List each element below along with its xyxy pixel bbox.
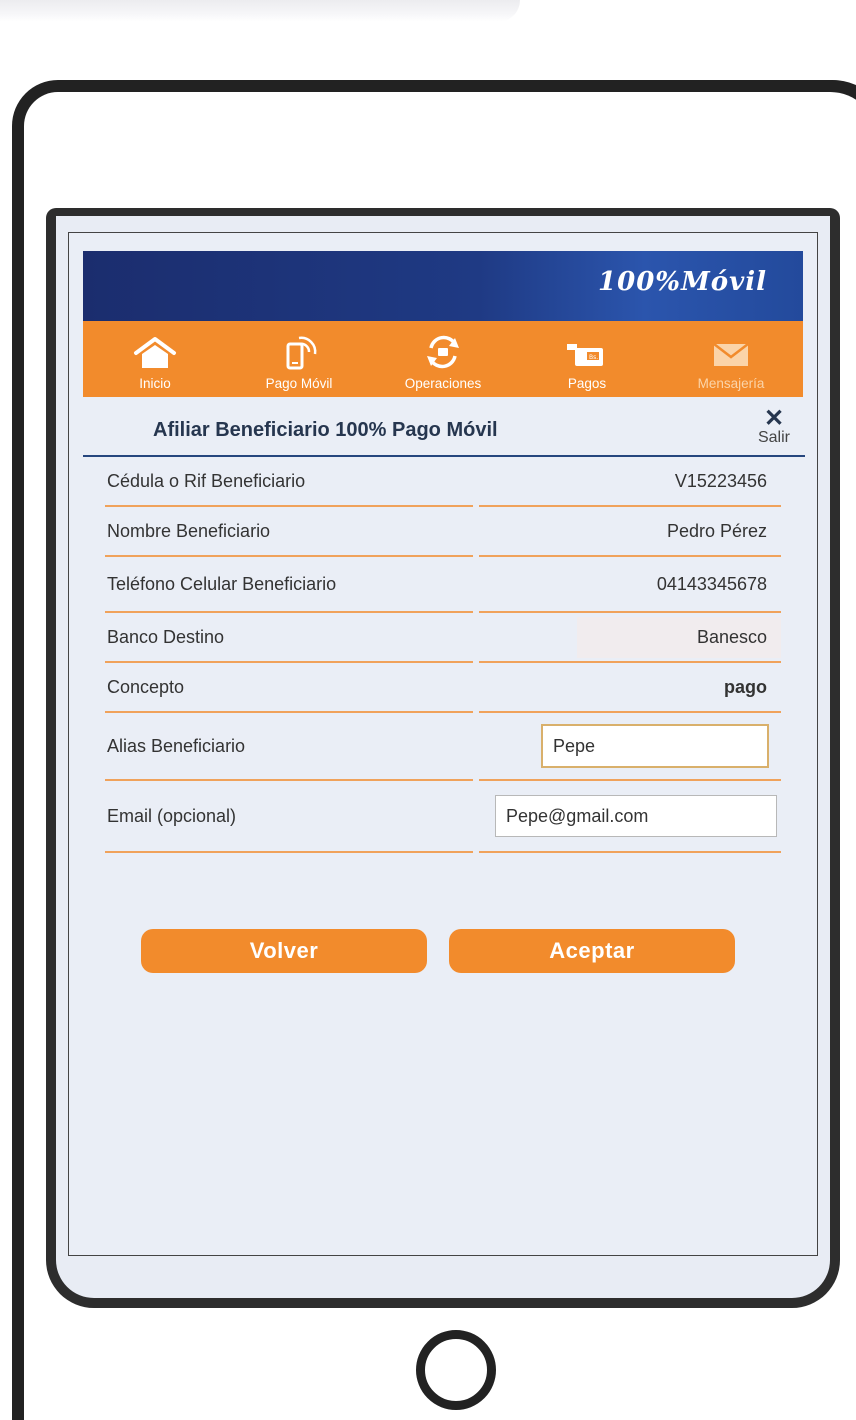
nav-item-pago-movil[interactable]: Pago Móvil: [227, 321, 371, 397]
row-label: Teléfono Celular Beneficiario: [107, 573, 337, 594]
mail-icon: [713, 343, 749, 366]
main-nav: Inicio Pago Móvil Operaciones Bs. Pagos …: [83, 321, 803, 397]
row-value: pago: [724, 676, 767, 697]
browser-top-shadow: [0, 0, 520, 22]
payments-icon: Bs.: [567, 344, 603, 366]
page-title-bar: Afiliar Beneficiario 100% Pago Móvil ✕ S…: [83, 397, 805, 457]
phone-home-button[interactable]: [416, 1330, 496, 1410]
row-value: V15223456: [674, 470, 767, 491]
form-row-concepto: Concepto pago: [105, 663, 781, 714]
exit-button[interactable]: ✕ Salir: [749, 405, 799, 447]
row-value: Banesco: [576, 616, 781, 658]
row-label: Nombre Beneficiario: [107, 520, 271, 541]
nav-item-inicio[interactable]: Inicio: [83, 321, 227, 397]
nav-label: Inicio: [139, 376, 171, 391]
operations-icon: [427, 335, 459, 369]
form-row-email: Email (opcional) Pepe@gmail.com: [105, 781, 781, 854]
row-label: Email (opcional): [107, 805, 237, 826]
app-logo: 100%Móvil: [598, 267, 767, 297]
form-row-alias: Alias Beneficiario Pepe: [105, 713, 781, 782]
form-row-telefono: Teléfono Celular Beneficiario 0414334567…: [105, 557, 781, 614]
mobile-payment-icon: [286, 336, 317, 370]
app-viewport: 100%Móvil Inicio Pago Móvil Operaciones …: [68, 232, 818, 1256]
page-title: Afiliar Beneficiario 100% Pago Móvil: [153, 419, 498, 441]
back-button[interactable]: Volver: [141, 929, 427, 973]
email-input[interactable]: Pepe@gmail.com: [495, 795, 777, 837]
nav-item-operaciones[interactable]: Operaciones: [371, 321, 515, 397]
row-label: Concepto: [107, 676, 185, 697]
accept-button[interactable]: Aceptar: [449, 929, 735, 973]
row-label: Cédula o Rif Beneficiario: [107, 470, 306, 491]
nav-label: Mensajería: [697, 376, 765, 391]
nav-item-mensajeria[interactable]: Mensajería: [659, 321, 803, 397]
exit-label: Salir: [757, 429, 790, 446]
form-row-cedula: Cédula o Rif Beneficiario V15223456: [105, 457, 781, 508]
phone-screen: 100%Móvil Inicio Pago Móvil Operaciones …: [46, 208, 840, 1308]
row-value: 04143345678: [656, 573, 767, 594]
beneficiary-form: Cédula o Rif Beneficiario V15223456 Nomb…: [105, 457, 781, 854]
nav-item-pagos[interactable]: Bs. Pagos: [515, 321, 659, 397]
form-row-banco: Banco Destino Banesco: [105, 613, 781, 664]
row-label: Banco Destino: [107, 626, 225, 647]
close-icon: ✕: [763, 405, 785, 432]
home-icon: [134, 337, 176, 368]
app-header: 100%Móvil: [83, 251, 803, 321]
svg-text:Bs.: Bs.: [589, 354, 598, 361]
nav-label: Operaciones: [404, 376, 482, 391]
form-row-nombre: Nombre Beneficiario Pedro Pérez: [105, 507, 781, 558]
alias-input[interactable]: Pepe: [541, 724, 769, 768]
row-label: Alias Beneficiario: [107, 735, 246, 756]
row-value: Pedro Pérez: [666, 520, 767, 541]
nav-label: Pago Móvil: [265, 376, 333, 391]
nav-label: Pagos: [567, 376, 607, 391]
